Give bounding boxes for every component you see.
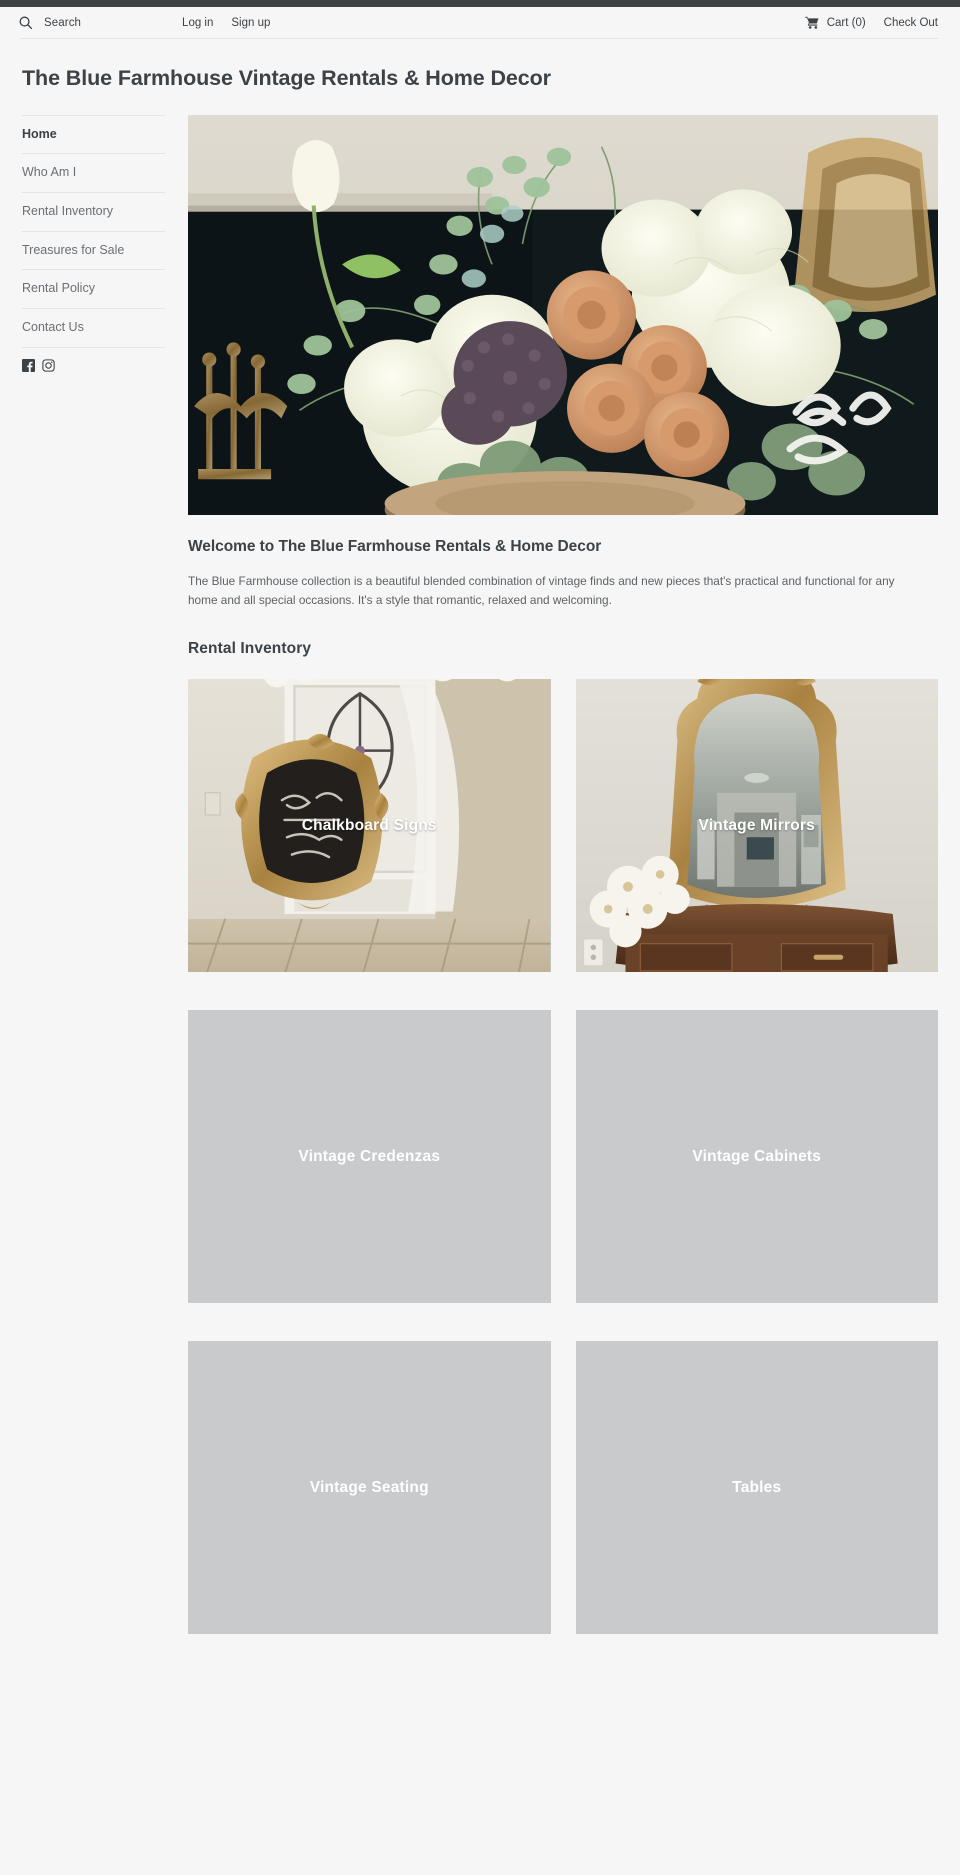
instagram-icon bbox=[42, 358, 55, 377]
sidebar-link-who-am-i[interactable]: Who Am I bbox=[22, 154, 165, 192]
rental-inventory-grid: Chalkboard Signs Vintage Mirrors Vintage… bbox=[188, 679, 938, 1635]
sidebar-item-home[interactable]: Home bbox=[22, 116, 165, 155]
rental-inventory-heading: Rental Inventory bbox=[188, 640, 312, 658]
sidebar-item-treasures-for-sale[interactable]: Treasures for Sale bbox=[22, 232, 165, 271]
login-link[interactable]: Log in bbox=[182, 17, 213, 29]
tile-label: Tables bbox=[732, 1478, 782, 1496]
sidebar-item-rental-policy[interactable]: Rental Policy bbox=[22, 270, 165, 309]
collection-tile-vintage-credenzas[interactable]: Vintage Credenzas bbox=[188, 1010, 551, 1304]
social-links bbox=[22, 348, 165, 377]
tile-label: Vintage Mirrors bbox=[698, 816, 815, 834]
facebook-link[interactable] bbox=[22, 358, 35, 377]
page-title[interactable]: The Blue Farmhouse Vintage Rentals & Hom… bbox=[22, 66, 551, 92]
sidebar-item-contact-us[interactable]: Contact Us bbox=[22, 309, 165, 348]
collection-tile-tables[interactable]: Tables bbox=[575, 1341, 938, 1635]
sidebar-link-contact-us[interactable]: Contact Us bbox=[22, 309, 165, 347]
sidebar-link-treasures-for-sale[interactable]: Treasures for Sale bbox=[22, 232, 165, 270]
tile-label: Chalkboard Signs bbox=[301, 816, 437, 834]
sidebar-link-rental-inventory[interactable]: Rental Inventory bbox=[22, 193, 165, 231]
signup-link[interactable]: Sign up bbox=[231, 17, 270, 29]
collection-tile-vintage-seating[interactable]: Vintage Seating bbox=[188, 1341, 551, 1635]
main-content: Welcome to The Blue Farmhouse Rentals & … bbox=[187, 114, 938, 1635]
checkout-link[interactable]: Check Out bbox=[884, 17, 938, 29]
search-icon bbox=[18, 15, 33, 30]
tile-label: Vintage Seating bbox=[309, 1478, 429, 1496]
hero-artwork bbox=[188, 114, 938, 515]
header-right-group: Cart (0) Check Out bbox=[805, 16, 938, 29]
sidebar-nav: Home Who Am I Rental Inventory Treasures… bbox=[22, 114, 165, 348]
site-title-container: The Blue Farmhouse Vintage Rentals & Hom… bbox=[0, 39, 960, 92]
search-button[interactable]: Search bbox=[18, 15, 81, 30]
welcome-body: The Blue Farmhouse collection is a beaut… bbox=[188, 573, 895, 607]
welcome-heading: Welcome to The Blue Farmhouse Rentals & … bbox=[188, 537, 602, 555]
facebook-icon bbox=[22, 358, 35, 377]
header-left-group: Search Log in Sign up bbox=[18, 15, 270, 30]
sidebar-link-home[interactable]: Home bbox=[22, 116, 165, 154]
sidebar: Home Who Am I Rental Inventory Treasures… bbox=[22, 114, 187, 377]
collection-tile-vintage-mirrors[interactable]: Vintage Mirrors bbox=[575, 679, 938, 973]
tile-label: Vintage Cabinets bbox=[692, 1147, 822, 1165]
tile-label: Vintage Credenzas bbox=[298, 1147, 441, 1165]
sidebar-link-rental-policy[interactable]: Rental Policy bbox=[22, 270, 165, 308]
page-body: Home Who Am I Rental Inventory Treasures… bbox=[0, 92, 960, 1635]
shopping-cart-icon bbox=[805, 16, 820, 29]
sidebar-item-who-am-i[interactable]: Who Am I bbox=[22, 154, 165, 194]
hero-image[interactable] bbox=[188, 114, 938, 515]
sidebar-item-rental-inventory[interactable]: Rental Inventory bbox=[22, 193, 165, 232]
utility-header-bar: Search Log in Sign up Cart (0) Check Out bbox=[0, 7, 960, 38]
auth-links-group: Log in Sign up bbox=[182, 17, 270, 29]
collection-tile-chalkboard-signs[interactable]: Chalkboard Signs bbox=[188, 679, 551, 973]
instagram-link[interactable] bbox=[42, 358, 55, 377]
top-accent-strip bbox=[0, 0, 960, 7]
cart-button[interactable]: Cart (0) bbox=[805, 16, 866, 29]
cart-label: Cart (0) bbox=[826, 16, 866, 29]
search-label: Search bbox=[44, 16, 82, 29]
collection-tile-vintage-cabinets[interactable]: Vintage Cabinets bbox=[575, 1010, 938, 1304]
